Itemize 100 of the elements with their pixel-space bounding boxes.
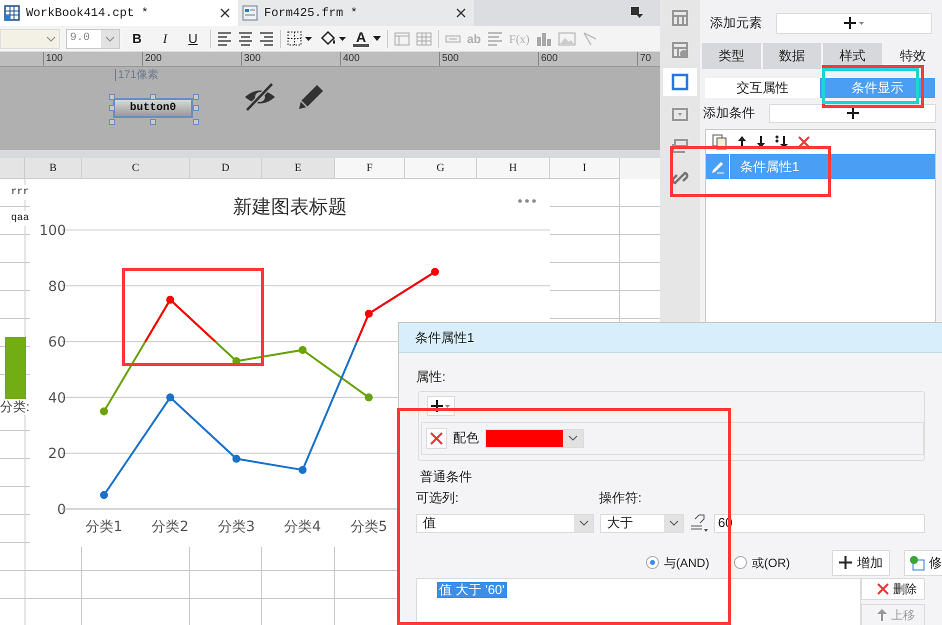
color-picker[interactable] xyxy=(485,428,584,448)
column-select[interactable]: 值 xyxy=(416,514,594,532)
dialog-title: 条件属性1 xyxy=(399,323,942,353)
axis-tick-label: 20 xyxy=(48,446,66,462)
column-header[interactable]: I xyxy=(550,158,620,179)
size-hint-label: 171像素 xyxy=(115,69,158,81)
caret-icon[interactable] xyxy=(373,36,381,41)
arrow-up-icon[interactable] xyxy=(737,135,747,149)
panel-tab[interactable]: 数据 xyxy=(762,43,821,69)
axis-tick-label: 100 xyxy=(39,223,66,239)
column-header[interactable]: C xyxy=(82,158,190,179)
delete-button[interactable]: 删除 xyxy=(861,578,925,600)
data-point xyxy=(100,491,108,500)
axis-tick-label: 80 xyxy=(48,278,66,295)
sub-tab[interactable]: 交互属性 xyxy=(705,78,820,98)
modify-button[interactable]: 修 xyxy=(904,550,942,576)
layers-icon[interactable] xyxy=(671,137,689,155)
ruler-label: 100 xyxy=(43,52,142,66)
table-settings-icon[interactable] xyxy=(671,41,689,59)
link-icon[interactable] xyxy=(671,169,689,187)
data-point xyxy=(431,268,439,276)
align-left-icon[interactable] xyxy=(217,30,232,46)
move-to-bottom-icon[interactable] xyxy=(775,135,789,149)
table-cell: qaa xyxy=(10,211,30,226)
axis-category-label: 分类4 xyxy=(284,519,322,535)
square-icon[interactable] xyxy=(671,73,689,91)
dropdown-box-icon[interactable] xyxy=(671,105,689,123)
column-header[interactable]: H xyxy=(477,158,550,179)
ruler-label: 400 xyxy=(340,52,439,66)
file-tab[interactable]: WorkBook414.cpt * xyxy=(0,0,238,26)
bar-chart-icon[interactable] xyxy=(536,30,552,46)
radio-option[interactable]: 与(AND) xyxy=(646,554,734,572)
delete-icon[interactable] xyxy=(430,432,443,444)
plus-icon[interactable] xyxy=(839,556,852,569)
radio-option[interactable]: 或(OR) xyxy=(734,554,832,572)
cell-icon[interactable] xyxy=(394,30,410,46)
align-center-icon[interactable] xyxy=(238,30,253,46)
underline-button[interactable]: U xyxy=(182,28,204,48)
delete-icon[interactable] xyxy=(877,582,889,594)
axis-label: 分类: xyxy=(0,399,30,415)
bold-button[interactable]: B xyxy=(126,28,148,48)
file-tab[interactable]: Form425.frm * xyxy=(238,0,474,26)
add-condition-label: 添加条件 xyxy=(703,104,755,122)
font-size-field[interactable]: 9.0 xyxy=(66,28,120,48)
resize-handle[interactable] xyxy=(150,94,156,100)
plus-icon[interactable] xyxy=(846,106,860,120)
arrow-down-icon[interactable] xyxy=(756,135,766,149)
italic-button[interactable]: I xyxy=(154,28,176,48)
grid-icon[interactable] xyxy=(671,9,689,27)
delete-icon[interactable] xyxy=(798,136,810,148)
resize-handle[interactable] xyxy=(193,119,199,125)
data-point xyxy=(232,454,240,463)
resize-handle[interactable] xyxy=(109,119,115,125)
align-right-icon[interactable] xyxy=(259,30,274,46)
ruler-label: 200 xyxy=(142,52,241,66)
axis-tick-label: 60 xyxy=(48,334,66,351)
group-title: 普通条件 xyxy=(420,468,472,486)
column-header[interactable]: G xyxy=(405,158,477,179)
data-point xyxy=(298,466,307,474)
dropdown-menu-icon[interactable] xyxy=(630,6,644,20)
pencil-icon[interactable] xyxy=(710,160,724,174)
column-header[interactable]: E xyxy=(262,158,335,179)
value-type-icon[interactable] xyxy=(690,514,708,532)
remove-property-button[interactable] xyxy=(426,428,447,448)
data-point xyxy=(364,310,373,318)
border-icon[interactable] xyxy=(287,30,313,46)
axis-category-label: 分类1 xyxy=(86,519,122,535)
chart-title: 新建图表标题 xyxy=(233,196,347,218)
axis-tick-label: 0 xyxy=(57,502,66,518)
widget-button[interactable]: button0 xyxy=(113,98,193,118)
close-icon[interactable] xyxy=(456,8,466,18)
font-color-button[interactable]: A xyxy=(353,28,381,48)
ruler-label: 500 xyxy=(439,52,538,66)
column-header[interactable]: B xyxy=(25,158,82,179)
close-icon[interactable] xyxy=(220,8,230,18)
add-condition-button[interactable]: 增加 xyxy=(832,550,890,576)
operator-select[interactable]: 大于 xyxy=(600,514,684,532)
form-icon[interactable] xyxy=(242,5,258,21)
axis-category-label: 分类5 xyxy=(350,519,388,535)
column-header[interactable]: F xyxy=(335,158,405,179)
column-header[interactable]: D xyxy=(190,158,262,179)
paragraph-icon[interactable] xyxy=(487,30,504,46)
image-icon[interactable] xyxy=(558,30,576,46)
font-name-field[interactable] xyxy=(0,28,60,48)
fill-color-icon[interactable] xyxy=(319,30,347,48)
copy-icon[interactable] xyxy=(712,134,728,150)
plus-dropdown-icon[interactable] xyxy=(843,16,865,30)
axis-category-label: 分类3 xyxy=(218,519,255,535)
table-icon[interactable] xyxy=(416,30,432,46)
more-icon[interactable] xyxy=(518,199,536,203)
panel-tab[interactable]: 类型 xyxy=(702,43,760,69)
spreadsheet-icon[interactable] xyxy=(4,5,20,21)
add-element-label: 添加元素 xyxy=(710,14,762,32)
data-point xyxy=(166,296,174,304)
property-label: 属性: xyxy=(416,368,446,386)
square-tab[interactable] xyxy=(663,68,697,96)
eye-slash-icon[interactable] xyxy=(243,82,277,112)
resize-handle[interactable] xyxy=(150,119,156,125)
ruler-label: 600 xyxy=(538,52,637,66)
pencil-icon[interactable] xyxy=(296,82,326,112)
